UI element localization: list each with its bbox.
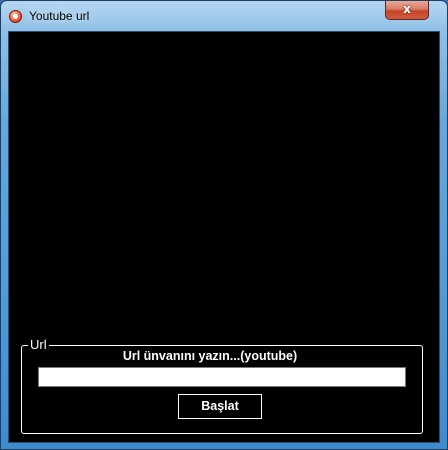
app-icon: [9, 10, 22, 23]
app-window: Youtube url x Url Url ünvanını yazın...(…: [0, 0, 448, 450]
start-button[interactable]: Başlat: [178, 394, 262, 419]
url-prompt-label: Url ünvanını yazın...(youtube): [122, 349, 298, 363]
client-area: Url Url ünvanını yazın...(youtube) Başla…: [8, 31, 440, 443]
window-title: Youtube url: [29, 9, 90, 23]
close-icon: x: [403, 2, 411, 16]
url-groupbox: Url Url ünvanını yazın...(youtube) Başla…: [21, 337, 423, 434]
title-bar[interactable]: Youtube url x: [1, 1, 447, 31]
close-button[interactable]: x: [385, 1, 429, 20]
url-input[interactable]: [38, 367, 406, 387]
